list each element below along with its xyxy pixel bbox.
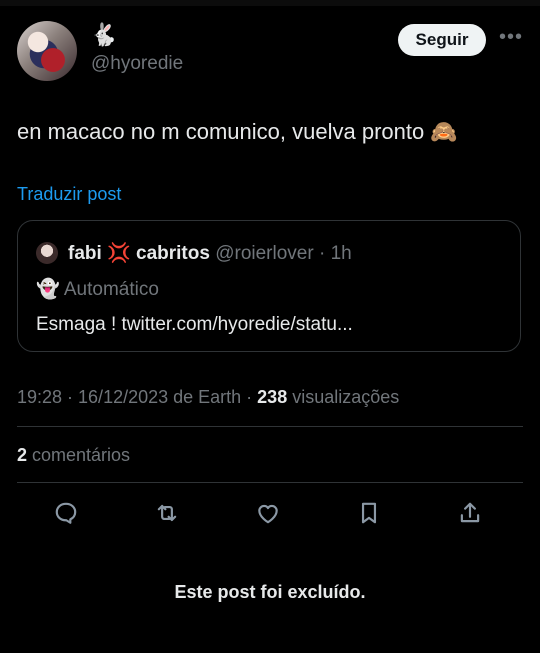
quoted-avatar	[36, 242, 58, 264]
post-text: en macaco no m comunico, vuelva pronto 🙈	[17, 119, 458, 144]
divider	[17, 426, 523, 427]
top-edge	[0, 0, 540, 6]
views-count: 238	[257, 387, 288, 407]
comments-label: comentários	[27, 445, 131, 465]
quoted-handle-time: @roierlover · 1h	[209, 243, 352, 264]
author-handle[interactable]: @hyoredie	[91, 53, 183, 75]
post-timestamp[interactable]: 19:28 · 16/12/2023 de Earth ·	[17, 387, 257, 407]
comments-number: 2	[17, 445, 28, 465]
like-icon[interactable]	[252, 497, 284, 529]
automated-label: 👻 Automático	[36, 279, 159, 300]
quoted-author: fabi 💢 cabritos @roierlover · 1h	[68, 241, 352, 265]
bookmark-icon[interactable]	[353, 497, 385, 529]
comments-count[interactable]: 2 comentários	[17, 445, 130, 466]
translate-link[interactable]: Traduzir post	[17, 184, 121, 205]
quoted-post[interactable]: fabi 💢 cabritos @roierlover · 1h 👻 Autom…	[17, 220, 521, 352]
share-icon[interactable]	[454, 497, 486, 529]
divider	[17, 482, 523, 483]
display-name[interactable]: 🐇	[90, 23, 117, 47]
quoted-name-part1: fabi	[68, 243, 108, 264]
post-meta: 19:28 · 16/12/2023 de Earth · 238 visual…	[17, 387, 399, 408]
repost-icon[interactable]	[151, 497, 183, 529]
quoted-text: Esmaga ! twitter.com/hyoredie/statu...	[36, 314, 353, 335]
quoted-name-part2: cabritos	[130, 243, 210, 264]
avatar[interactable]	[17, 21, 77, 81]
more-horizontal-icon[interactable]: •••	[499, 27, 523, 47]
follow-button[interactable]: Seguir	[398, 24, 486, 56]
anger-icon: 💢	[107, 243, 131, 264]
views-label: visualizações	[287, 387, 400, 407]
reply-icon[interactable]	[50, 497, 82, 529]
deleted-notice: Este post foi excluído.	[174, 582, 366, 602]
action-bar	[0, 497, 540, 529]
